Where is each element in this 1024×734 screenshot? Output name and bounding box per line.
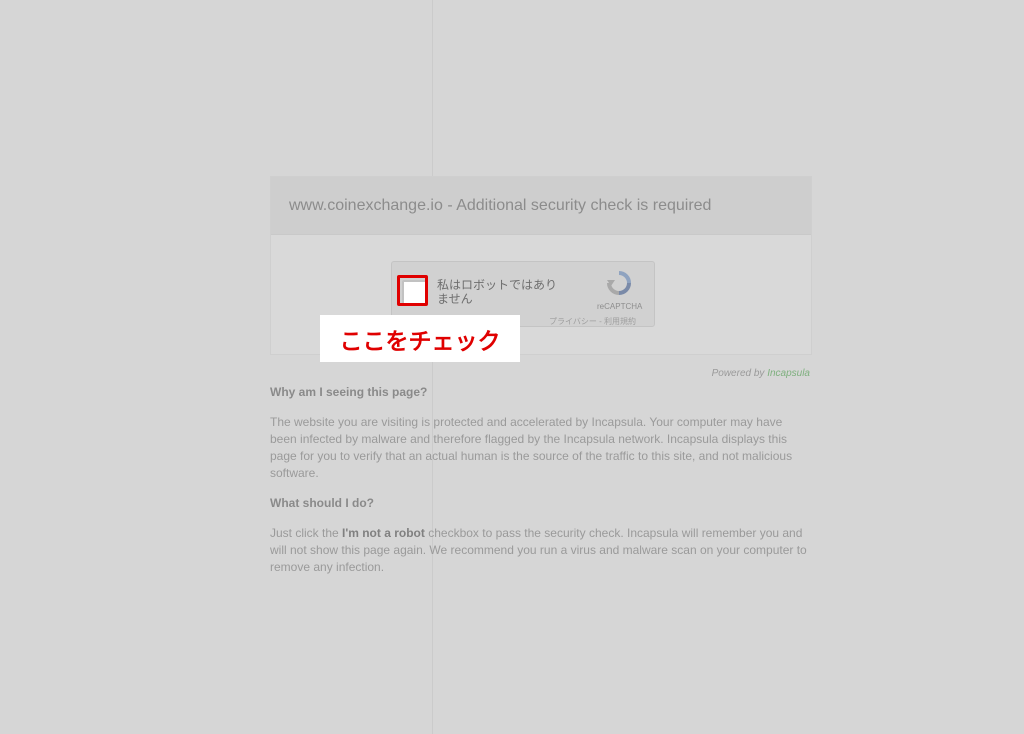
explanation-content: Why am I seeing this page? The website y… <box>270 384 810 586</box>
recaptcha-links: プライバシー - 利用規約 <box>549 316 636 327</box>
checkbox-highlight-frame <box>397 275 428 306</box>
what-heading: What should I do? <box>270 496 374 510</box>
powered-by: Powered by Incapsula <box>640 368 810 379</box>
why-text: The website you are visiting is protecte… <box>270 415 793 480</box>
recaptcha-brand: reCAPTCHA <box>597 302 643 311</box>
recaptcha-logo-icon <box>607 271 631 295</box>
what-text: Just click the I'm not a robot checkbox … <box>270 525 810 576</box>
vertical-guide-line <box>432 0 433 734</box>
terms-link[interactable]: 利用規約 <box>604 317 636 326</box>
privacy-link[interactable]: プライバシー <box>549 317 597 326</box>
link-separator: - <box>596 317 604 326</box>
card-title: www.coinexchange.io - Additional securit… <box>271 177 811 235</box>
check-here-callout: ここをチェック <box>320 315 520 362</box>
incapsula-link[interactable]: Incapsula <box>767 368 810 379</box>
recaptcha-label: 私はロボットではありません <box>437 278 558 306</box>
not-robot-emphasis: I'm not a robot <box>342 526 425 540</box>
why-heading: Why am I seeing this page? <box>270 385 428 399</box>
what-text-part-1: Just click the <box>270 526 343 540</box>
powered-by-prefix: Powered by <box>711 368 768 379</box>
